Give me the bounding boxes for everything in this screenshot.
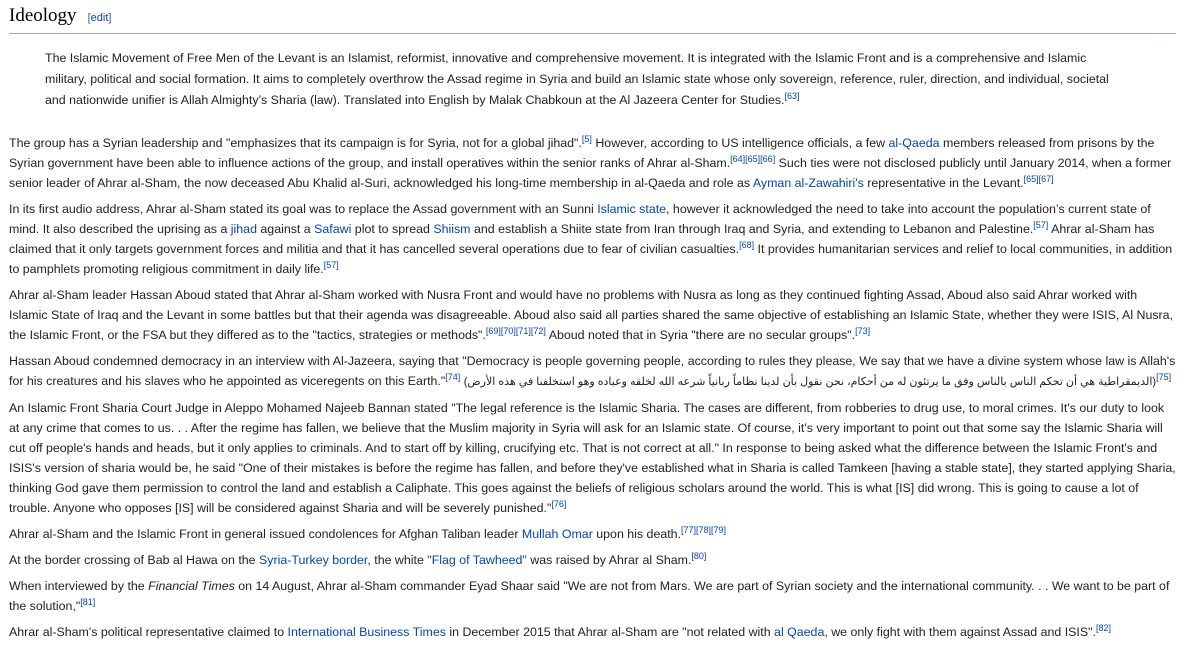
publication-title: Financial Times xyxy=(148,579,235,593)
citation-77-79[interactable]: [77][78][79] xyxy=(681,525,726,535)
text: upon his death. xyxy=(592,527,682,541)
paragraph-ibt: Ahrar al-Sham's political representative… xyxy=(9,622,1176,642)
text: in December 2015 that Ahrar al-Sham are … xyxy=(445,625,775,639)
link-mullah-omar[interactable]: Mullah Omar xyxy=(522,527,593,541)
link-international-business-times[interactable]: International Business Times xyxy=(288,625,446,639)
text: was raised by Ahrar al Sham. xyxy=(526,553,692,567)
link-islamic-state[interactable]: Islamic state xyxy=(597,202,666,216)
citation-57[interactable]: [57] xyxy=(1033,220,1048,230)
paragraph-bab-al-hawa: At the border crossing of Bab al Hawa on… xyxy=(9,550,1176,570)
citation-73[interactable]: [73] xyxy=(855,326,870,336)
citation-57b[interactable]: [57] xyxy=(324,260,339,270)
text: Ahrar al-Sham and the Islamic Front in g… xyxy=(9,527,522,541)
citation-76[interactable]: [76] xyxy=(551,499,566,509)
quote-paragraph: The Islamic Movement of Free Men of the … xyxy=(45,48,1131,111)
citation-5[interactable]: [5] xyxy=(582,134,592,144)
text: plot to spread xyxy=(351,222,434,236)
text: The group has a Syrian leadership and "e… xyxy=(9,136,582,150)
citation-80[interactable]: [80] xyxy=(691,551,706,561)
article-section: Ideology [edit] The Islamic Movement of … xyxy=(0,0,1186,642)
text: and establish a Shiite state from Iran t… xyxy=(470,222,1034,236)
paragraph-audio-address: In its first audio address, Ahrar al-Sha… xyxy=(9,199,1176,279)
text: However, according to US intelligence of… xyxy=(591,136,889,150)
quote-text: The Islamic Movement of Free Men of the … xyxy=(45,51,1109,107)
text: At the border crossing of Bab al Hawa on… xyxy=(9,553,260,567)
link-safawi[interactable]: Safawi xyxy=(314,222,351,236)
link-jihad[interactable]: jihad xyxy=(231,222,257,236)
link-syria-turkey-border[interactable]: Syria-Turkey border xyxy=(259,553,367,567)
paragraph-democracy: Hassan Aboud condemned democracy in an i… xyxy=(9,351,1176,392)
section-heading: Ideology [edit] xyxy=(9,3,1176,34)
edit-link[interactable]: edit xyxy=(91,12,109,24)
paragraph-leadership: The group has a Syrian leadership and "e… xyxy=(9,133,1176,193)
text: In its first audio address, Ahrar al-Sha… xyxy=(9,202,598,216)
edit-section: [edit] xyxy=(84,12,112,24)
paragraph-condolences: Ahrar al-Sham and the Islamic Front in g… xyxy=(9,524,1176,544)
text: against a xyxy=(256,222,315,236)
link-shiism[interactable]: Shiism xyxy=(433,222,470,236)
link-al-qaeda-2[interactable]: al Qaeda xyxy=(774,625,824,639)
link-al-qaeda[interactable]: al-Qaeda xyxy=(889,136,940,150)
text: , we only fight with them against Assad … xyxy=(824,625,1096,639)
citation-65-67[interactable]: [65][67] xyxy=(1024,174,1054,184)
citation-81[interactable]: [81] xyxy=(80,597,95,607)
citation-69-72[interactable]: [69][70][71][72] xyxy=(486,326,546,336)
arabic-quote: (الديمقراطية هي أن تحكم الناس بالناس وفق… xyxy=(463,376,1157,388)
link-ayman-al-zawahiri[interactable]: Ayman al-Zawahiri's xyxy=(753,176,864,190)
citation-74[interactable]: [74] xyxy=(445,372,460,382)
text: When interviewed by the xyxy=(9,579,149,593)
citation-64-66[interactable]: [64][65][66] xyxy=(730,154,775,164)
text: , the white xyxy=(367,553,428,567)
text: Ahrar al-Sham's political representative… xyxy=(9,625,288,639)
citation-68[interactable]: [68] xyxy=(739,240,754,250)
citation-75[interactable]: [75] xyxy=(1156,372,1171,382)
citation-63[interactable]: [63] xyxy=(784,91,799,101)
text: representative in the Levant. xyxy=(863,176,1024,190)
text: Aboud noted that in Syria "there are no … xyxy=(545,328,856,342)
paragraph-aboud-alliances: Ahrar al-Sham leader Hassan Aboud stated… xyxy=(9,285,1176,345)
section-title: Ideology xyxy=(9,5,77,26)
text: An Islamic Front Sharia Court Judge in A… xyxy=(9,401,1176,515)
citation-82[interactable]: [82] xyxy=(1096,623,1111,633)
ideology-quote: The Islamic Movement of Free Men of the … xyxy=(45,48,1131,111)
paragraph-financial-times: When interviewed by the Financial Times … xyxy=(9,576,1176,616)
paragraph-sharia-court: An Islamic Front Sharia Court Judge in A… xyxy=(9,398,1176,518)
link-flag-of-tawheed[interactable]: "Flag of Tawheed" xyxy=(427,553,527,567)
